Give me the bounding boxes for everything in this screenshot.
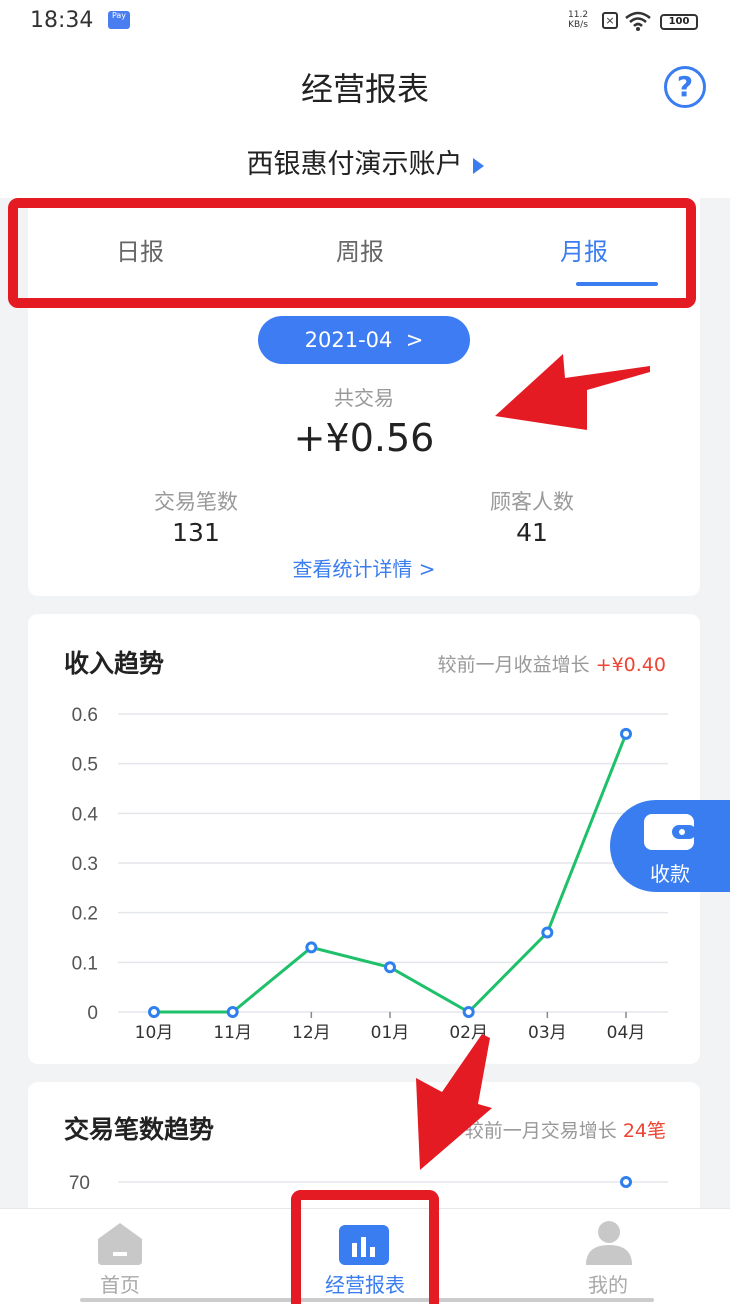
y-tick-label: 0 bbox=[87, 1003, 98, 1024]
data-point bbox=[384, 961, 396, 974]
y-tick-label: 0.6 bbox=[72, 705, 98, 726]
user-icon bbox=[586, 1221, 632, 1265]
y-tick-label: 70 bbox=[69, 1173, 90, 1194]
customers-label: 顾客人数 bbox=[490, 490, 574, 514]
income-trend-card: 收入趋势 较前一月收益增长 +¥0.40 0 0.1 0.2 0.3 0.4 0.5 0.6… bbox=[28, 614, 700, 1064]
annotation-arrow-down bbox=[416, 1034, 492, 1170]
y-tick-label: 0.4 bbox=[72, 804, 99, 825]
page-title: 经营报表 bbox=[300, 70, 429, 108]
status-time: 18:34 bbox=[30, 8, 94, 33]
data-point bbox=[620, 1176, 632, 1188]
nav-home-label: 首页 bbox=[100, 1273, 140, 1297]
annotation-box-tabs bbox=[8, 198, 696, 308]
view-details-link[interactable]: 查看统计详情 > bbox=[28, 553, 700, 582]
x-tick-label: 12月 bbox=[292, 1023, 331, 1043]
home-icon bbox=[98, 1223, 142, 1265]
y-tick-label: 0.2 bbox=[72, 904, 98, 925]
data-point bbox=[226, 1006, 239, 1018]
x-tick-label: 04月 bbox=[607, 1023, 646, 1043]
net-speed: 11.2 KB/s bbox=[568, 10, 588, 30]
y-tick-label: 0.5 bbox=[72, 755, 98, 776]
account-name: 西银惠付演示账户 bbox=[246, 149, 463, 180]
wallet-icon bbox=[644, 814, 696, 850]
nav-home[interactable]: 首页 bbox=[20, 1209, 220, 1304]
annotation-box-nav bbox=[291, 1190, 439, 1304]
no-sim-icon: × bbox=[602, 12, 618, 29]
data-point bbox=[462, 1006, 475, 1018]
y-tick-label: 0.3 bbox=[72, 854, 98, 875]
data-point bbox=[541, 926, 554, 939]
transactions-value: 131 bbox=[172, 518, 220, 547]
month-value: 2021-04 bbox=[304, 328, 393, 352]
chevron-right-icon: > bbox=[405, 328, 424, 352]
help-icon[interactable]: ? bbox=[664, 66, 706, 108]
data-point bbox=[148, 1006, 160, 1018]
x-tick-label: 01月 bbox=[371, 1023, 410, 1043]
nav-mine-label: 我的 bbox=[588, 1273, 628, 1297]
x-tick-label: 03月 bbox=[528, 1023, 567, 1043]
account-selector[interactable]: 西银惠付演示账户 bbox=[0, 142, 730, 181]
month-selector-button[interactable]: 2021-04 > bbox=[258, 316, 470, 364]
net-speed-unit: KB/s bbox=[568, 20, 588, 30]
x-tick-label: 11月 bbox=[213, 1023, 252, 1043]
data-point bbox=[620, 727, 632, 740]
data-point bbox=[305, 941, 318, 954]
income-line-chart: 00.10.20.30.40.50.610月 11月 12月 01月 02月 03月 04月 bbox=[72, 705, 668, 1043]
x-tick-label: 10月 bbox=[135, 1023, 174, 1043]
triangle-right-icon bbox=[472, 157, 484, 174]
summary-card: 2021-04 > 共交易 +¥0.56 交易笔数 131 顾客人数 41 查看… bbox=[28, 298, 700, 596]
collect-payment-label: 收款 bbox=[650, 862, 690, 886]
battery-icon: 100 bbox=[660, 14, 698, 30]
page-header: 经营报表 ? 西银惠付演示账户 bbox=[0, 44, 730, 198]
annotation-arrow-left bbox=[495, 354, 650, 430]
net-speed-value: 11.2 bbox=[568, 10, 589, 20]
pay-app-icon: Pay bbox=[108, 11, 130, 29]
collect-payment-button[interactable]: 收款 bbox=[610, 800, 730, 892]
status-bar: 18:34 Pay 11.2 KB/s × 100 bbox=[0, 0, 730, 44]
transactions-label: 交易笔数 bbox=[154, 490, 238, 514]
customers-value: 41 bbox=[516, 518, 548, 547]
wifi-icon bbox=[625, 11, 651, 31]
nav-mine[interactable]: 我的 bbox=[508, 1209, 708, 1304]
y-tick-label: 0.1 bbox=[72, 953, 98, 974]
